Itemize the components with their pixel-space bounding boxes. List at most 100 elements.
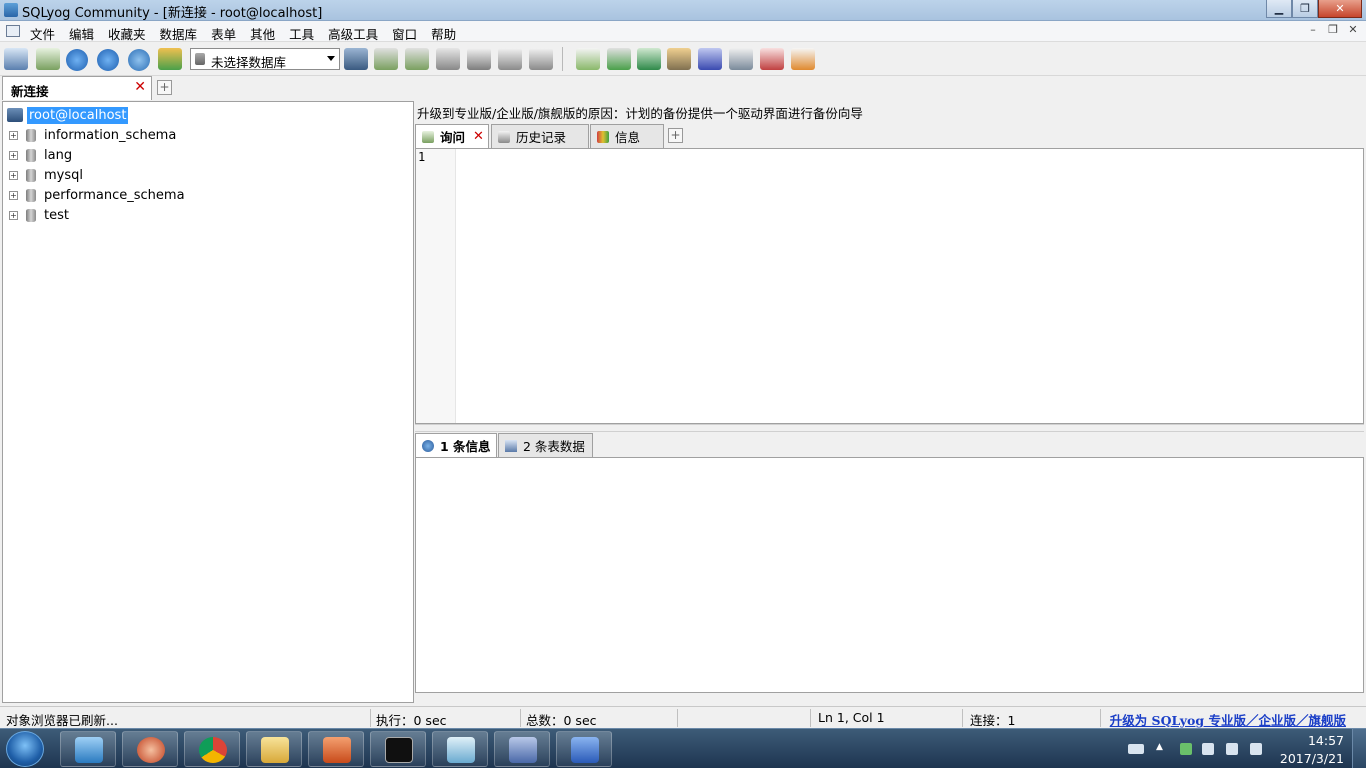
table-properties-icon[interactable] xyxy=(529,48,553,70)
taskbar-notepad[interactable] xyxy=(432,731,488,767)
tree-item-database[interactable]: + performance_schema xyxy=(9,185,185,205)
network-app-icon[interactable] xyxy=(1180,743,1192,755)
schema-designer-icon[interactable] xyxy=(158,48,182,70)
tree-item-database[interactable]: + mysql xyxy=(9,165,83,185)
new-connection-icon[interactable] xyxy=(4,48,28,70)
menu-advanced-tools[interactable]: 高级工具 xyxy=(328,24,378,43)
database-label: lang xyxy=(44,147,73,163)
maximize-button[interactable]: ❐ xyxy=(1292,0,1318,18)
upgrade-link[interactable]: 升级为 SQLyog 专业版／企业版／旗舰版 xyxy=(1110,710,1346,729)
import-icon[interactable] xyxy=(667,48,691,70)
clock-time[interactable]: 14:57 xyxy=(1308,733,1344,748)
menu-file[interactable]: 文件 xyxy=(30,24,55,43)
execute-all-icon[interactable] xyxy=(97,49,119,71)
volume-icon[interactable] xyxy=(1250,743,1262,755)
window-menu-icon[interactable] xyxy=(6,25,20,37)
query-editor[interactable]: 1 xyxy=(415,148,1364,424)
expand-icon[interactable]: + xyxy=(9,150,18,160)
tab-messages[interactable]: 1 条信息 xyxy=(415,433,497,457)
clock-date[interactable]: 2017/3/21 xyxy=(1280,751,1344,766)
word-icon xyxy=(571,737,599,763)
taskbar: ▲ 14:57 2017/3/21 xyxy=(0,728,1366,768)
chrome-icon xyxy=(199,737,227,763)
expand-icon[interactable]: + xyxy=(9,130,18,140)
chevron-down-icon xyxy=(327,56,335,61)
manage-indexes-icon[interactable] xyxy=(467,48,491,70)
taskbar-chrome[interactable] xyxy=(184,731,240,767)
expand-icon[interactable]: + xyxy=(9,190,18,200)
menu-window[interactable]: 窗口 xyxy=(392,24,417,43)
expand-icon[interactable]: + xyxy=(9,170,18,180)
taskbar-powerpoint[interactable] xyxy=(308,731,364,767)
backup-icon[interactable] xyxy=(607,48,631,70)
close-button[interactable]: ✕ xyxy=(1318,0,1362,18)
report-icon[interactable] xyxy=(760,48,784,70)
device-icon[interactable] xyxy=(1202,743,1214,755)
add-query-tab-button[interactable]: + xyxy=(668,128,683,143)
database-label: test xyxy=(44,207,69,223)
mdi-close-button[interactable]: ✕ xyxy=(1344,23,1362,39)
notepad-icon xyxy=(447,737,475,763)
taskbar-word[interactable] xyxy=(556,731,612,767)
status-divider xyxy=(677,709,678,727)
alter-table-icon[interactable] xyxy=(436,48,460,70)
database-label: mysql xyxy=(44,167,83,183)
tree-item-database[interactable]: + test xyxy=(9,205,69,225)
new-query-icon[interactable] xyxy=(36,48,60,70)
taskbar-snail-app[interactable] xyxy=(122,731,178,767)
network-icon[interactable] xyxy=(1226,743,1238,755)
menu-help[interactable]: 帮助 xyxy=(431,24,456,43)
result-tab-bar: 1 条信息 2 条表数据 xyxy=(415,433,1365,457)
taskbar-file-manager[interactable] xyxy=(60,731,116,767)
keyboard-icon[interactable] xyxy=(1128,744,1144,754)
show-hidden-icons-icon[interactable]: ▲ xyxy=(1156,742,1168,754)
sqlyog-app-icon xyxy=(4,3,18,17)
window-controls: ▁ ❐ ✕ xyxy=(1266,0,1362,18)
manage-relationships-icon[interactable] xyxy=(498,48,522,70)
menu-other[interactable]: 其他 xyxy=(250,24,275,43)
close-tab-icon[interactable]: ✕ xyxy=(473,129,484,144)
database-select[interactable]: 未选择数据库 xyxy=(190,48,340,70)
create-database-icon[interactable] xyxy=(374,48,398,70)
taskbar-explorer[interactable] xyxy=(246,731,302,767)
create-table-icon[interactable] xyxy=(405,48,429,70)
taskbar-cmd[interactable] xyxy=(370,731,426,767)
title-bar: SQLyog Community - [新连接 - root@localhost… xyxy=(0,0,1366,21)
mdi-minimize-button[interactable]: – xyxy=(1304,23,1322,39)
menu-favorites[interactable]: 收藏夹 xyxy=(108,24,146,43)
pane-splitter[interactable] xyxy=(415,424,1364,432)
add-connection-tab-button[interactable]: + xyxy=(157,80,172,95)
tab-info[interactable]: 信息 xyxy=(590,124,664,148)
expand-icon[interactable]: + xyxy=(9,210,18,220)
user-manager-icon[interactable] xyxy=(344,48,368,70)
close-tab-icon[interactable]: ✕ xyxy=(134,79,146,95)
upgrade-banner-link[interactable]: 升级到专业版/企业版/旗舰版的原因：计划的备份提供一个驱动界面进行备份向导 xyxy=(417,103,863,122)
database-icon xyxy=(195,53,205,65)
query-builder-icon[interactable] xyxy=(791,48,815,70)
tree-item-database[interactable]: + lang xyxy=(9,145,72,165)
execute-query-icon[interactable] xyxy=(66,49,88,71)
taskbar-sqlyog[interactable] xyxy=(494,731,550,767)
notifications-icon[interactable] xyxy=(729,48,753,70)
file-manager-icon xyxy=(75,737,103,763)
menu-bar: 文件 编辑 收藏夹 数据库 表单 其他 工具 高级工具 窗口 帮助 – ❐ ✕ xyxy=(0,21,1366,42)
menu-table[interactable]: 表单 xyxy=(211,24,236,43)
copy-database-icon[interactable] xyxy=(576,48,600,70)
mdi-restore-button[interactable]: ❐ xyxy=(1324,23,1342,39)
menu-tools[interactable]: 工具 xyxy=(289,24,314,43)
menu-edit[interactable]: 编辑 xyxy=(69,24,94,43)
tab-query[interactable]: 询问 ✕ xyxy=(415,124,489,148)
tree-item-database[interactable]: + information_schema xyxy=(9,125,176,145)
database-label: information_schema xyxy=(44,127,177,143)
tree-root-server[interactable]: root@localhost xyxy=(7,105,129,125)
tab-history[interactable]: 历史记录 xyxy=(491,124,589,148)
show-desktop-button[interactable] xyxy=(1352,729,1366,768)
tab-table-data[interactable]: 2 条表数据 xyxy=(498,433,593,457)
scheduled-backup-icon[interactable] xyxy=(698,48,722,70)
start-button[interactable] xyxy=(6,731,44,767)
sync-icon[interactable] xyxy=(637,48,661,70)
menu-database[interactable]: 数据库 xyxy=(160,24,198,43)
connection-tab[interactable]: 新连接 ✕ xyxy=(2,76,152,100)
refresh-icon[interactable] xyxy=(128,49,150,71)
minimize-button[interactable]: ▁ xyxy=(1266,0,1292,18)
